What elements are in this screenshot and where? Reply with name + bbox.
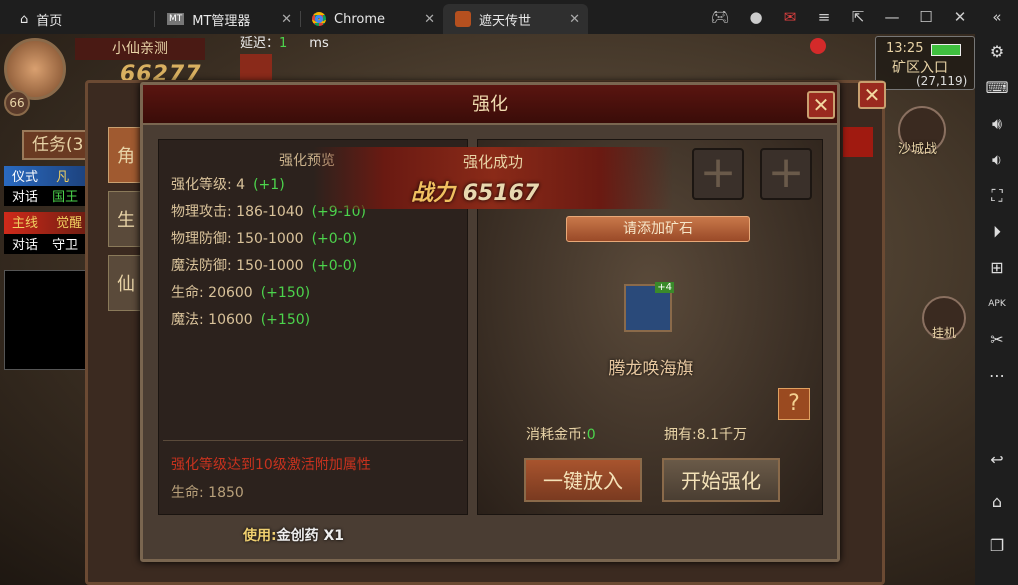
gamepad-icon[interactable]: 🎮︎ xyxy=(710,8,730,26)
close-icon[interactable]: ✕ xyxy=(950,8,970,26)
minimap-info[interactable]: 13:25 矿区入口 (27,119) xyxy=(875,36,975,90)
add-app-icon[interactable]: ⊞ xyxy=(985,256,1009,280)
tab-home[interactable]: ⌂ 首页 xyxy=(8,4,148,34)
close-dialog-button[interactable]: ✕ xyxy=(807,91,835,119)
mail-icon[interactable]: ✉ xyxy=(780,8,800,26)
close-tab-icon[interactable]: ✕ xyxy=(281,12,292,27)
add-ore-tooltip: 请添加矿石 xyxy=(566,216,750,242)
panel-tab-red[interactable] xyxy=(843,127,873,157)
scissors-icon[interactable]: ✂ xyxy=(985,328,1009,352)
mt-app-icon: MT xyxy=(167,13,185,25)
chrome-icon xyxy=(312,12,326,26)
used-item-notice: 使用:金创药 X1 xyxy=(243,528,345,544)
maximize-icon[interactable]: ☐ xyxy=(916,8,936,26)
start-enhance-button[interactable]: 开始强化 xyxy=(662,458,780,502)
tab-mt-manager[interactable]: MT MT管理器 ✕ xyxy=(155,4,300,34)
enhance-dialog: 强化 ✕ 强化预览 强化等级: 4 (+1) 物理攻击: 186-1040 (+9-… xyxy=(140,82,840,562)
menu-icon[interactable]: ≡ xyxy=(814,8,834,26)
game-viewport[interactable]: 66 小仙亲测 66277 延迟：1 ms 13:25 矿区入口 (27,119)… xyxy=(0,34,975,585)
stat-row: 魔法防御: 150-1000 (+0-0) xyxy=(171,258,358,274)
siege-button[interactable]: 沙城战 xyxy=(898,106,946,157)
notification-dot xyxy=(810,38,826,54)
volume-down-icon[interactable]: 🔉︎ xyxy=(985,148,1009,172)
close-tab-icon[interactable]: ✕ xyxy=(569,12,580,27)
game-icon xyxy=(455,11,471,27)
close-tab-icon[interactable]: ✕ xyxy=(424,12,435,27)
more-icon[interactable]: ⋯ xyxy=(985,364,1009,388)
level-badge: 66 xyxy=(4,90,30,116)
bonus-note: 强化等级达到10级激活附加属性 xyxy=(171,457,371,473)
power-display: 战力 65167 xyxy=(411,181,540,206)
close-character-panel-button[interactable]: ✕ xyxy=(858,81,886,109)
keyboard-icon[interactable]: ⌨ xyxy=(985,76,1009,100)
gold-cost: 消耗金币:0 xyxy=(526,427,596,443)
record-icon[interactable]: ⏵ xyxy=(985,220,1009,244)
success-banner: 强化成功 战力 65167 xyxy=(313,147,673,209)
clock: 13:25 xyxy=(886,41,924,56)
volume-up-icon[interactable]: 🔊︎ xyxy=(985,112,1009,136)
back-icon[interactable]: ↩ xyxy=(985,448,1009,472)
home-icon[interactable]: ⌂ xyxy=(985,490,1009,514)
screenshot-icon[interactable]: ⛶ xyxy=(985,184,1009,208)
equipment-slot[interactable]: +4 xyxy=(624,282,674,332)
tab-chrome[interactable]: Chrome ✕ xyxy=(300,4,443,34)
bonus-stat: 生命: 1850 xyxy=(171,485,244,501)
help-button[interactable]: ? xyxy=(778,388,810,420)
auto-battle-button[interactable]: 挂机 xyxy=(922,296,966,340)
item-name: 腾龙唤海旗 xyxy=(608,359,694,379)
popout-icon[interactable]: ⇱ xyxy=(848,8,868,26)
auto-fill-button[interactable]: 一键放入 xyxy=(524,458,642,502)
battery-icon xyxy=(931,44,961,56)
dialog-title: 强化 xyxy=(143,85,837,125)
divider xyxy=(163,440,463,441)
recents-icon[interactable]: ❐ xyxy=(985,534,1009,558)
apk-icon[interactable]: APK xyxy=(985,292,1009,316)
ore-slot[interactable]: + xyxy=(692,148,744,200)
player-name: 小仙亲测 xyxy=(75,38,205,60)
account-icon[interactable]: ● xyxy=(746,8,766,26)
minimize-icon[interactable]: — xyxy=(882,8,902,26)
collapse-sidebar-icon[interactable]: « xyxy=(987,8,1007,26)
stat-row: 强化等级: 4 (+1) xyxy=(171,177,285,193)
stat-row: 物理防御: 150-1000 (+0-0) xyxy=(171,231,358,247)
home-icon: ⌂ xyxy=(20,11,29,27)
stat-row: 魔法: 10600 (+150) xyxy=(171,312,311,328)
stat-row: 生命: 20600 (+150) xyxy=(171,285,311,301)
tab-game[interactable]: 遮天传世 ✕ xyxy=(443,4,588,34)
item-level-badge: +4 xyxy=(655,282,674,293)
settings-icon[interactable]: ⚙ xyxy=(985,40,1009,64)
emulator-sidebar: ⚙ ⌨ 🔊︎ 🔉︎ ⛶ ⏵ ⊞ APK ✂ ⋯ ↩ ⌂ ❐ xyxy=(975,34,1018,585)
gold-owned: 拥有:8.1千万 xyxy=(664,427,747,443)
coordinates: (27,119) xyxy=(916,74,968,88)
success-text: 强化成功 xyxy=(462,153,523,171)
ore-slot[interactable]: + xyxy=(760,148,812,200)
latency: 延迟：1 ms xyxy=(240,36,329,51)
tab-bar: ⌂ 首页 MT MT管理器 ✕ Chrome ✕ 遮天传世 ✕ 🎮︎ ● ✉ ≡ ⇱ — … xyxy=(0,0,1018,34)
